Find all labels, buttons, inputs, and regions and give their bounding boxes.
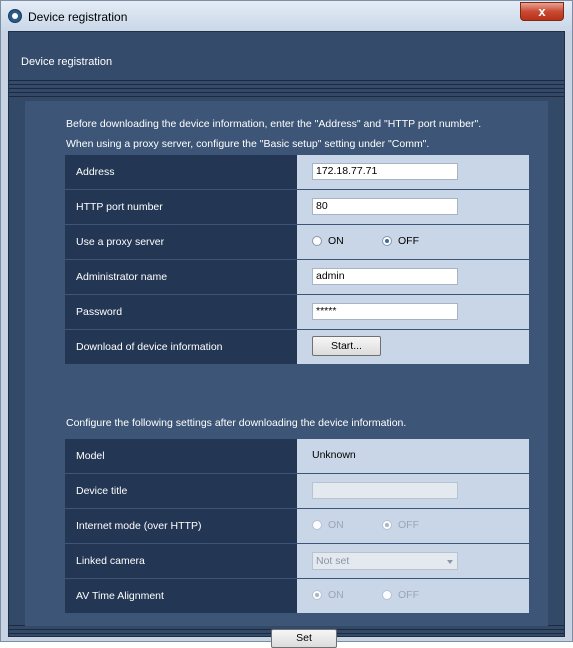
- av-time-off-radio[interactable]: OFF: [382, 589, 419, 601]
- av-time-on-radio[interactable]: ON: [312, 589, 344, 601]
- title-bar[interactable]: Device registration x: [1, 1, 572, 31]
- internet-mode-row: Internet mode (over HTTP) ON OFF: [65, 509, 529, 544]
- radio-selected-icon: [312, 590, 322, 600]
- header-bar: Device registration: [9, 32, 564, 87]
- av-time-label: AV Time Alignment: [65, 579, 297, 613]
- intro-text: Before downloading the device informatio…: [66, 118, 482, 130]
- page-title: Device registration: [21, 56, 113, 68]
- client-area: Device registration Before downloading t…: [8, 31, 565, 648]
- password-label: Password: [65, 295, 297, 329]
- http-port-value-cell: 80: [297, 190, 529, 224]
- linked-camera-value-cell: Not set: [297, 544, 529, 578]
- http-port-input[interactable]: 80: [312, 198, 458, 215]
- radio-label: ON: [328, 589, 344, 601]
- download-value-cell: Start...: [297, 330, 529, 364]
- radio-label: OFF: [398, 235, 419, 247]
- model-label: Model: [65, 439, 297, 473]
- radio-selected-icon: [382, 236, 392, 246]
- device-registration-window: Device registration x Device registratio…: [0, 0, 573, 648]
- radio-label: OFF: [398, 589, 419, 601]
- address-input[interactable]: 172.18.77.71: [312, 163, 458, 180]
- divider: [9, 80, 564, 81]
- radio-label: ON: [328, 519, 344, 531]
- internet-mode-label: Internet mode (over HTTP): [65, 509, 297, 543]
- window-title: Device registration: [28, 10, 128, 24]
- settings-table: Model Unknown Device title Internet mode…: [65, 439, 529, 614]
- av-time-value-cell: ON OFF: [297, 579, 529, 613]
- radio-icon: [382, 590, 392, 600]
- password-input[interactable]: *****: [312, 303, 458, 320]
- download-label: Download of device information: [65, 330, 297, 364]
- device-title-value-cell: [297, 474, 529, 508]
- admin-name-input[interactable]: admin: [312, 268, 458, 285]
- proxy-label: Use a proxy server: [65, 225, 297, 259]
- radio-label: ON: [328, 235, 344, 247]
- device-title-label: Device title: [65, 474, 297, 508]
- download-row: Download of device information Start...: [65, 330, 529, 365]
- admin-name-label: Administrator name: [65, 260, 297, 294]
- app-icon: [8, 9, 22, 23]
- settings-intro-text: Configure the following settings after d…: [66, 417, 407, 429]
- radio-selected-icon: [382, 520, 392, 530]
- proxy-row: Use a proxy server ON OFF: [65, 225, 529, 260]
- linked-camera-label: Linked camera: [65, 544, 297, 578]
- divider: [9, 96, 564, 97]
- address-row: Address 172.18.77.71: [65, 155, 529, 190]
- internet-mode-on-radio[interactable]: ON: [312, 519, 344, 531]
- av-time-row: AV Time Alignment ON OFF: [65, 579, 529, 614]
- proxy-value-cell: ON OFF: [297, 225, 529, 259]
- linked-camera-selected: Not set: [316, 555, 350, 567]
- registration-panel: Before downloading the device informatio…: [25, 101, 548, 648]
- model-value-cell: Unknown: [297, 439, 529, 473]
- divider: [9, 84, 564, 85]
- chevron-down-icon: [447, 560, 453, 564]
- radio-icon: [312, 520, 322, 530]
- linked-camera-row: Linked camera Not set: [65, 544, 529, 579]
- admin-name-row: Administrator name admin: [65, 260, 529, 295]
- admin-name-value-cell: admin: [297, 260, 529, 294]
- radio-icon: [312, 236, 322, 246]
- proxy-note: When using a proxy server, configure the…: [66, 138, 430, 150]
- start-download-button[interactable]: Start...: [312, 336, 381, 356]
- address-value-cell: 172.18.77.71: [297, 155, 529, 189]
- device-title-row: Device title: [65, 474, 529, 509]
- divider: [9, 88, 564, 89]
- password-row: Password *****: [65, 295, 529, 330]
- linked-camera-select[interactable]: Not set: [312, 552, 458, 570]
- password-value-cell: *****: [297, 295, 529, 329]
- set-button[interactable]: Set: [271, 629, 337, 648]
- address-label: Address: [65, 155, 297, 189]
- internet-mode-off-radio[interactable]: OFF: [382, 519, 419, 531]
- proxy-on-radio[interactable]: ON: [312, 235, 344, 247]
- divider: [9, 92, 564, 93]
- device-title-input[interactable]: [312, 482, 458, 499]
- internet-mode-value-cell: ON OFF: [297, 509, 529, 543]
- model-row: Model Unknown: [65, 439, 529, 474]
- proxy-off-radio[interactable]: OFF: [382, 235, 419, 247]
- http-port-label: HTTP port number: [65, 190, 297, 224]
- radio-label: OFF: [398, 519, 419, 531]
- model-value: Unknown: [312, 449, 356, 461]
- http-port-row: HTTP port number 80: [65, 190, 529, 225]
- connection-table: Address 172.18.77.71 HTTP port number 80…: [65, 155, 529, 365]
- close-button[interactable]: x: [520, 2, 564, 21]
